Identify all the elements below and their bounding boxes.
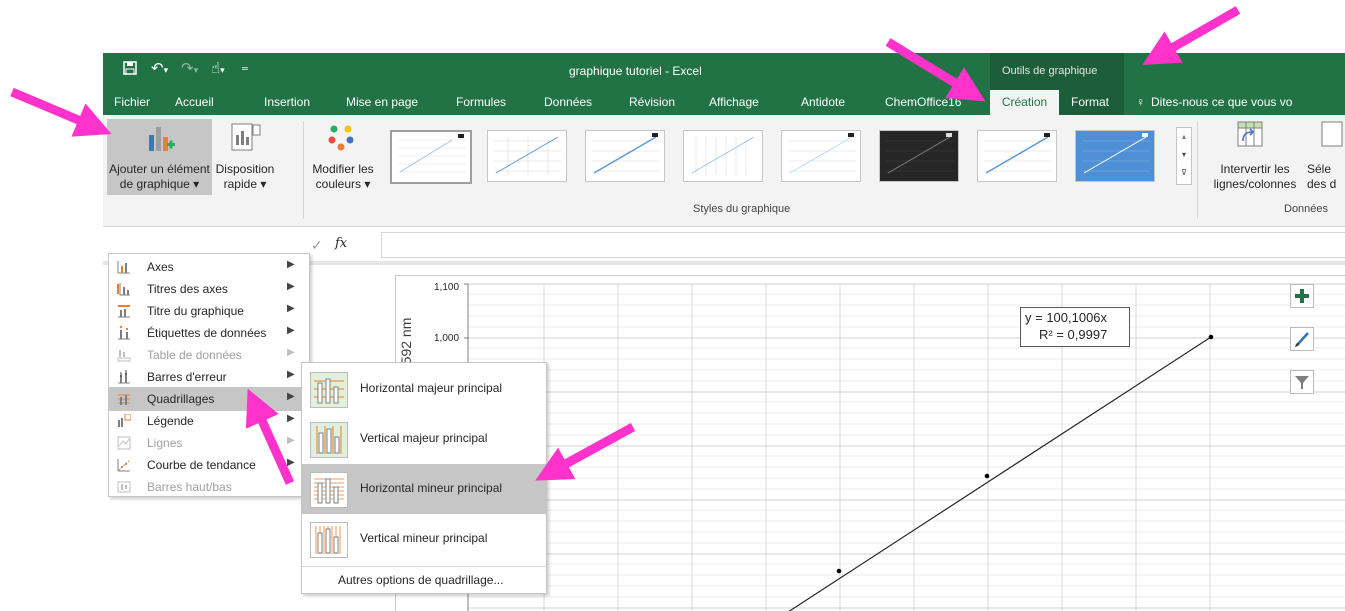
arrow-to-horizontal-minor	[535, 423, 636, 481]
arrow-to-chart-tools	[1142, 6, 1241, 65]
annotation-arrows	[10, 6, 1241, 485]
arrow-to-creation-tab	[885, 38, 986, 102]
arrow-to-add-element	[10, 87, 112, 137]
arrow-to-gridlines	[245, 388, 295, 485]
